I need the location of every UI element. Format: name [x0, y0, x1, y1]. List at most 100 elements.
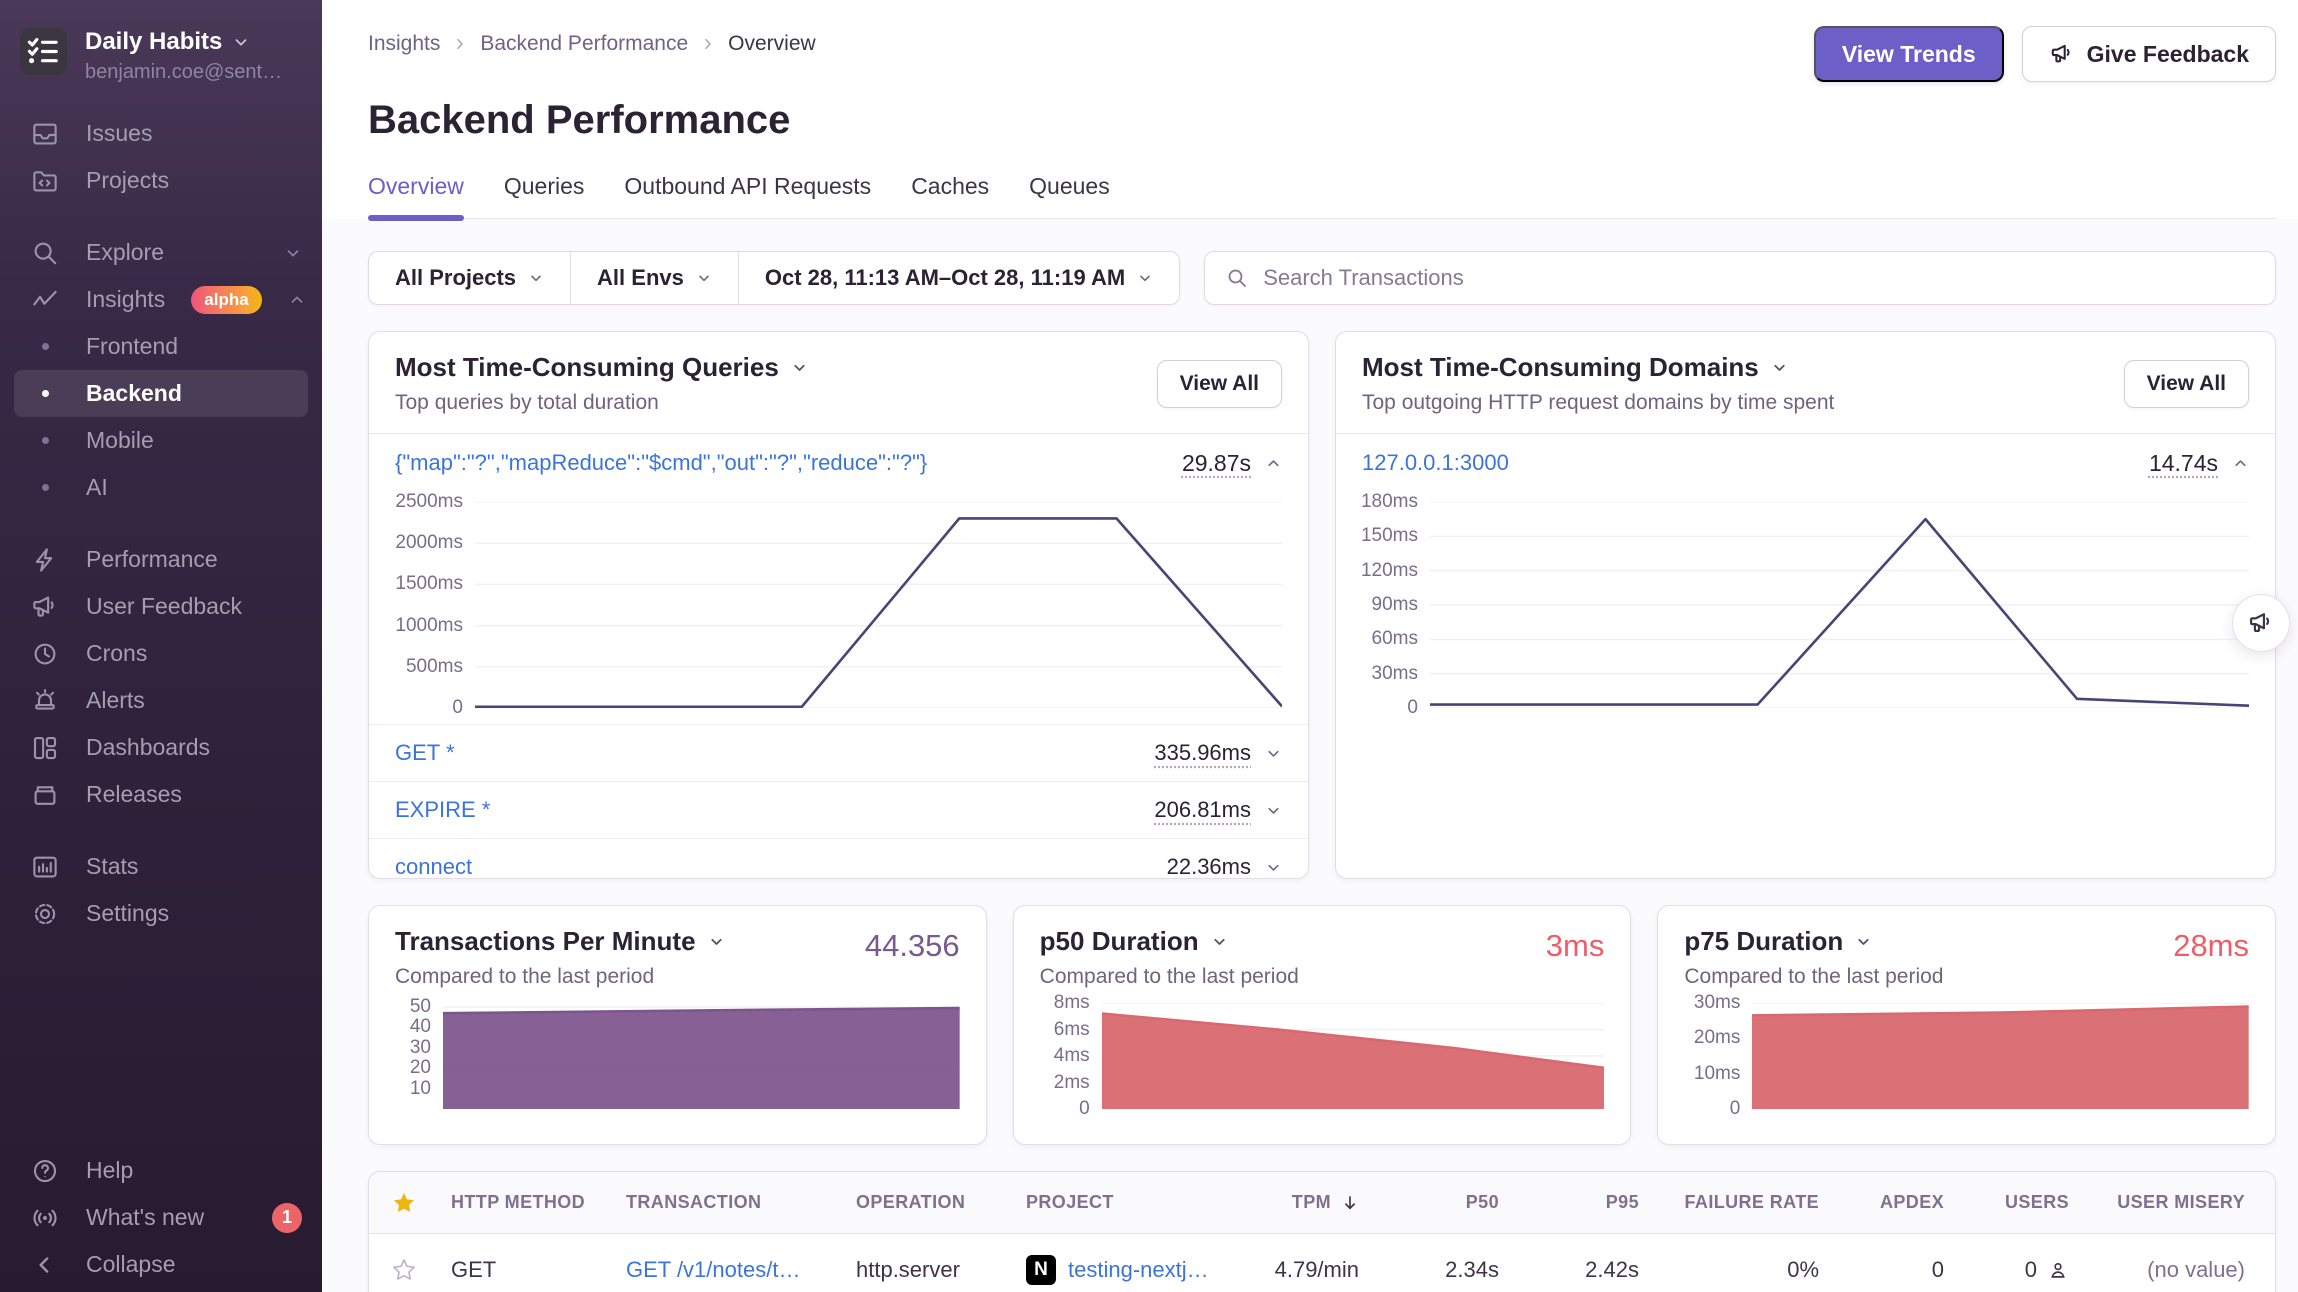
- sidebar-item-collapse[interactable]: Collapse: [0, 1241, 322, 1288]
- sidebar-item-explore[interactable]: Explore: [0, 229, 322, 276]
- most-time-consuming-domains-card: Most Time-Consuming Domains Top outgoing…: [1335, 331, 2276, 879]
- chevron-right-icon: [700, 36, 716, 52]
- column-header-failure-rate[interactable]: FAILURE RATE: [1665, 1192, 1845, 1213]
- project-filter[interactable]: All Projects: [369, 252, 570, 304]
- cell-p50: 2.34s: [1385, 1257, 1525, 1283]
- sidebar-item-mobile[interactable]: Mobile: [0, 417, 322, 464]
- sidebar-item-settings[interactable]: Settings: [0, 890, 322, 937]
- tab-outbound-api-requests[interactable]: Outbound API Requests: [624, 173, 871, 218]
- chevron-down-icon: [1771, 359, 1788, 376]
- project-filter-label: All Projects: [395, 265, 516, 291]
- tab-bar: Overview Queries Outbound API Requests C…: [368, 173, 2276, 219]
- query-total-time: 22.36ms: [1167, 854, 1251, 879]
- tpm-header-label: TPM: [1292, 1192, 1331, 1213]
- view-trends-button[interactable]: View Trends: [1814, 26, 2004, 82]
- query-expand-toggle[interactable]: 22.36ms: [1167, 854, 1282, 879]
- sidebar-item-alerts[interactable]: Alerts: [0, 677, 322, 724]
- sidebar-item-releases[interactable]: Releases: [0, 771, 322, 818]
- p75-subtitle: Compared to the last period: [1684, 965, 1943, 989]
- tpm-chart-y-axis: 5040302010: [395, 1003, 443, 1109]
- domain-collapse-toggle[interactable]: 14.74s: [2149, 450, 2249, 477]
- sidebar-item-user-feedback[interactable]: User Feedback: [0, 583, 322, 630]
- sidebar-item-projects[interactable]: Projects: [0, 157, 322, 204]
- sidebar-item-backend[interactable]: Backend: [14, 370, 308, 417]
- sidebar-item-help[interactable]: Help: [0, 1147, 322, 1194]
- search-icon: [30, 238, 60, 268]
- p75-value: 28ms: [2173, 928, 2249, 964]
- sidebar-nav: Issues Projects Explore Insights alpha: [0, 110, 322, 1292]
- sidebar-item-dashboards[interactable]: Dashboards: [0, 724, 322, 771]
- floating-feedback-button[interactable]: [2232, 594, 2290, 652]
- tab-overview[interactable]: Overview: [368, 173, 464, 218]
- sidebar-item-label: Backend: [86, 380, 302, 407]
- date-range-filter[interactable]: Oct 28, 11:13 AM–Oct 28, 11:19 AM: [738, 252, 1179, 304]
- column-header-p50[interactable]: P50: [1385, 1192, 1525, 1213]
- column-header-project[interactable]: PROJECT: [1014, 1192, 1214, 1213]
- sidebar-item-label: Insights: [86, 286, 165, 313]
- p75-title-selector[interactable]: p75 Duration: [1684, 926, 1943, 957]
- domain-link[interactable]: 127.0.0.1:3000: [1362, 450, 1509, 476]
- project-link[interactable]: testing-nextj…: [1068, 1257, 1209, 1283]
- transactions-table: HTTP METHOD TRANSACTION OPERATION PROJEC…: [368, 1171, 2276, 1292]
- tab-caches[interactable]: Caches: [911, 173, 989, 218]
- query-expand-toggle[interactable]: 335.96ms: [1154, 740, 1282, 766]
- chevron-up-icon: [288, 291, 306, 309]
- query-link[interactable]: {"map":"?","mapReduce":"$cmd","out":"?",…: [395, 450, 927, 476]
- sidebar-item-stats[interactable]: Stats: [0, 843, 322, 890]
- tpm-title-selector[interactable]: Transactions Per Minute: [395, 926, 725, 957]
- queries-card-title-selector[interactable]: Most Time-Consuming Queries: [395, 352, 808, 383]
- column-header-method[interactable]: HTTP METHOD: [439, 1192, 614, 1213]
- give-feedback-button[interactable]: Give Feedback: [2022, 26, 2276, 82]
- domains-card-title-selector[interactable]: Most Time-Consuming Domains: [1362, 352, 1834, 383]
- sidebar-item-issues[interactable]: Issues: [0, 110, 322, 157]
- tpm-subtitle: Compared to the last period: [395, 965, 725, 989]
- sidebar-item-label: Crons: [86, 640, 302, 667]
- transaction-link[interactable]: GET /v1/notes/t…: [626, 1257, 800, 1282]
- query-expand-toggle[interactable]: 206.81ms: [1154, 797, 1282, 823]
- chevron-down-icon: [696, 270, 712, 286]
- query-row: EXPIRE * 206.81ms: [369, 781, 1308, 838]
- query-link[interactable]: EXPIRE *: [395, 797, 490, 823]
- p50-title-selector[interactable]: p50 Duration: [1040, 926, 1299, 957]
- cell-operation: http.server: [844, 1257, 1014, 1283]
- sidebar-item-whats-new[interactable]: What's new 1: [0, 1194, 322, 1241]
- query-collapse-toggle[interactable]: 29.87s: [1182, 450, 1282, 477]
- archive-icon: [30, 780, 60, 810]
- query-link[interactable]: connect: [395, 854, 472, 879]
- sidebar-item-insights[interactable]: Insights alpha: [0, 276, 322, 323]
- breadcrumb-insights[interactable]: Insights: [368, 32, 440, 56]
- queries-card-subtitle: Top queries by total duration: [395, 391, 808, 415]
- column-header-apdex[interactable]: APDEX: [1845, 1192, 1970, 1213]
- column-header-operation[interactable]: OPERATION: [844, 1192, 1014, 1213]
- page-header: Insights Backend Performance Overview Vi…: [322, 0, 2298, 219]
- org-name: Daily Habits: [85, 28, 222, 56]
- query-total-time: 29.87s: [1182, 450, 1251, 477]
- query-row: GET * 335.96ms: [369, 724, 1308, 781]
- search-transactions-input[interactable]: [1263, 265, 2255, 291]
- column-header-transaction[interactable]: TRANSACTION: [614, 1192, 844, 1213]
- column-header-p95[interactable]: P95: [1525, 1192, 1665, 1213]
- query-link[interactable]: GET *: [395, 740, 455, 766]
- sidebar-item-performance[interactable]: Performance: [0, 536, 322, 583]
- sidebar-item-ai[interactable]: AI: [0, 464, 322, 511]
- column-header-tpm[interactable]: TPM: [1214, 1192, 1385, 1213]
- tab-queues[interactable]: Queues: [1029, 173, 1110, 218]
- transactions-per-minute-card: Transactions Per Minute Compared to the …: [368, 905, 987, 1145]
- sidebar-item-frontend[interactable]: Frontend: [0, 323, 322, 370]
- insights-icon: [30, 285, 60, 315]
- environment-filter[interactable]: All Envs: [570, 252, 738, 304]
- favorite-toggle[interactable]: [369, 1257, 439, 1283]
- sidebar-item-crons[interactable]: Crons: [0, 630, 322, 677]
- column-header-user-misery[interactable]: USER MISERY: [2095, 1192, 2275, 1213]
- domains-view-all-button[interactable]: View All: [2124, 360, 2249, 408]
- page-filters: All Projects All Envs Oct 28, 11:13 AM–O…: [368, 251, 1180, 305]
- page-content: All Projects All Envs Oct 28, 11:13 AM–O…: [322, 219, 2298, 1292]
- org-switcher[interactable]: Daily Habits benjamin.coe@sent…: [0, 0, 322, 110]
- projects-icon: [30, 166, 60, 196]
- breadcrumb-backend-performance[interactable]: Backend Performance: [480, 32, 688, 56]
- tpm-value: 44.356: [865, 928, 960, 964]
- column-header-users[interactable]: USERS: [1970, 1192, 2095, 1213]
- tab-queries[interactable]: Queries: [504, 173, 585, 218]
- sidebar: Daily Habits benjamin.coe@sent… Issues P…: [0, 0, 322, 1292]
- queries-view-all-button[interactable]: View All: [1157, 360, 1282, 408]
